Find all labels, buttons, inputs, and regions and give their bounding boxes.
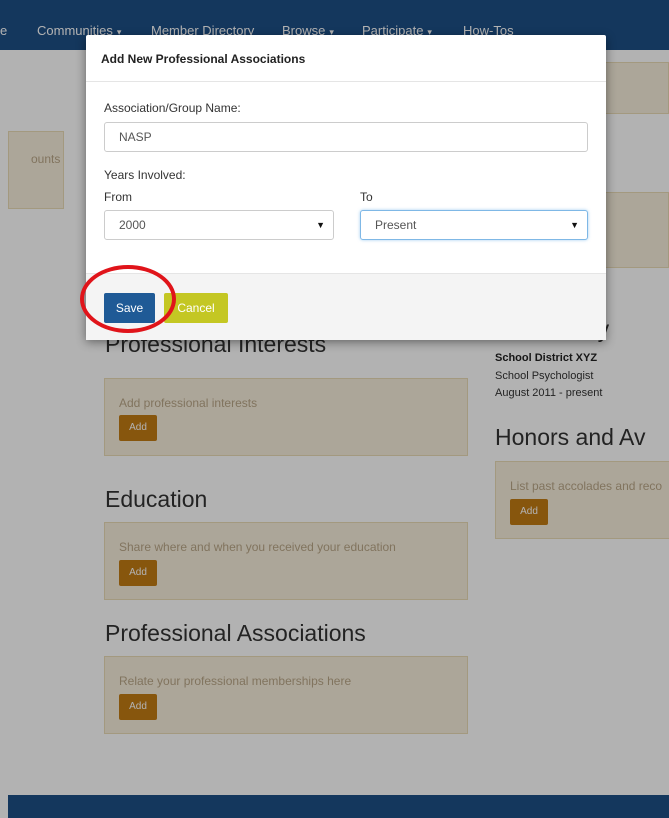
years-involved-label: Years Involved: [104, 168, 186, 182]
dropdown-arrow-icon: ▼ [570, 220, 579, 230]
modal-header: Add New Professional Associations [86, 35, 606, 82]
highlight-circle-annotation [80, 265, 176, 333]
to-year-value: Present [375, 218, 417, 232]
from-year-select[interactable]: 2000 ▼ [104, 210, 334, 240]
from-year-value: 2000 [119, 218, 146, 232]
dropdown-arrow-icon: ▼ [316, 220, 325, 230]
to-label: To [360, 190, 373, 204]
modal-title: Add New Professional Associations [101, 52, 306, 66]
association-name-label: Association/Group Name: [104, 101, 241, 115]
association-name-input[interactable]: NASP [104, 122, 588, 152]
from-label: From [104, 190, 132, 204]
to-year-select[interactable]: Present ▼ [360, 210, 588, 240]
